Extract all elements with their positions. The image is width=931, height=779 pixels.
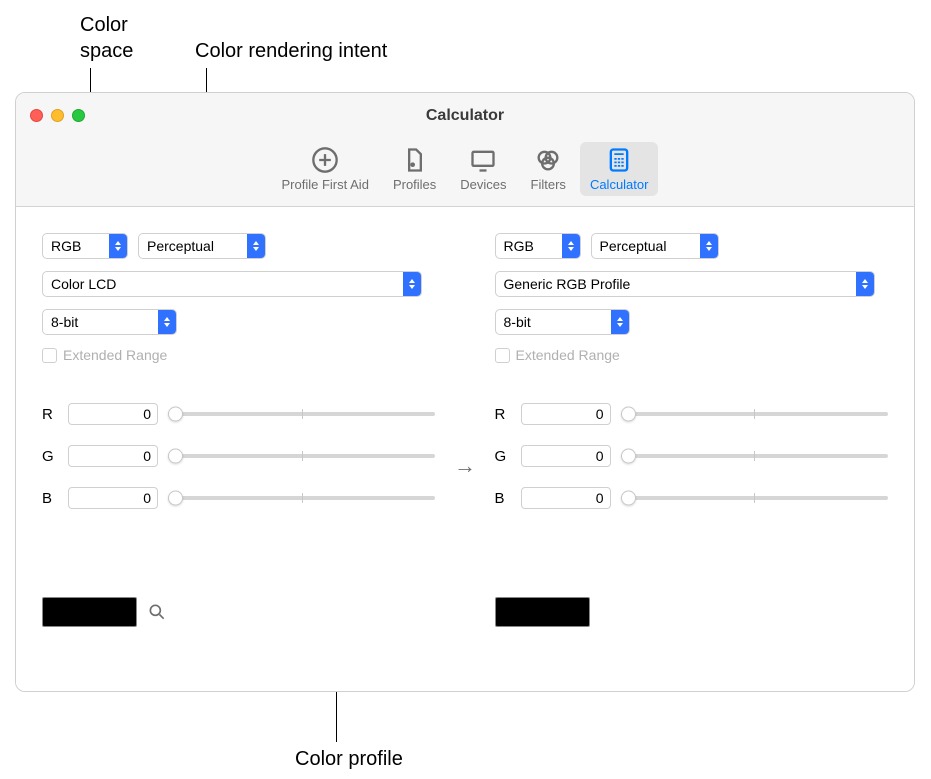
select-value: Color LCD — [51, 276, 116, 292]
toolbar-label: Calculator — [590, 177, 649, 192]
dest-b-field[interactable] — [521, 487, 611, 509]
app-window: Calculator Profile First Aid Profiles De… — [15, 92, 915, 692]
source-color-swatch — [42, 597, 137, 627]
dest-depth-select[interactable]: 8-bit — [495, 309, 630, 335]
toolbar-filters[interactable]: Filters — [521, 142, 576, 196]
chevron-updown-icon — [856, 272, 874, 296]
source-intent-select[interactable]: Perceptual — [138, 233, 266, 259]
calculator-icon — [605, 146, 633, 174]
toolbar-profiles[interactable]: Profiles — [383, 142, 446, 196]
channel-label: G — [42, 448, 58, 465]
select-value: RGB — [504, 238, 534, 254]
dest-color-space-select[interactable]: RGB — [495, 233, 581, 259]
select-value: 8-bit — [504, 314, 531, 330]
titlebar: Calculator — [16, 93, 914, 138]
callout-color-profile: Color profile — [295, 748, 403, 771]
window-title: Calculator — [16, 107, 914, 125]
source-b-slider[interactable] — [168, 488, 435, 508]
extended-range-label: Extended Range — [516, 347, 620, 363]
source-color-space-select[interactable]: RGB — [42, 233, 128, 259]
chevron-updown-icon — [403, 272, 421, 296]
source-g-field[interactable] — [68, 445, 158, 467]
callout-rendering-intent: Color rendering intent — [195, 40, 387, 63]
chevron-updown-icon — [700, 234, 718, 258]
toolbar-label: Profiles — [393, 177, 436, 192]
source-depth-select[interactable]: 8-bit — [42, 309, 177, 335]
dest-b-slider[interactable] — [621, 488, 888, 508]
toolbar-label: Profile First Aid — [282, 177, 369, 192]
callout-color-space-2: space — [80, 40, 133, 63]
dest-color-swatch — [495, 597, 590, 627]
dest-r-field[interactable] — [521, 403, 611, 425]
chevron-updown-icon — [109, 234, 127, 258]
toolbar: Profile First Aid Profiles Devices Filte… — [16, 138, 914, 207]
chevron-updown-icon — [247, 234, 265, 258]
eyedropper-icon[interactable] — [147, 602, 167, 622]
channel-label: G — [495, 448, 511, 465]
extended-range-checkbox — [42, 348, 57, 363]
chevron-updown-icon — [611, 310, 629, 334]
toolbar-profile-first-aid[interactable]: Profile First Aid — [272, 142, 379, 196]
source-r-field[interactable] — [68, 403, 158, 425]
channel-label: R — [495, 406, 511, 423]
extended-range-label: Extended Range — [63, 347, 167, 363]
dest-extended-range: Extended Range — [495, 347, 888, 363]
select-value: RGB — [51, 238, 81, 254]
chevron-updown-icon — [562, 234, 580, 258]
filters-icon — [534, 146, 562, 174]
source-r-slider[interactable] — [168, 404, 435, 424]
dest-intent-select[interactable]: Perceptual — [591, 233, 719, 259]
profiles-icon — [401, 146, 429, 174]
toolbar-devices[interactable]: Devices — [450, 142, 516, 196]
select-value: Perceptual — [600, 238, 667, 254]
source-extended-range: Extended Range — [42, 347, 435, 363]
dest-profile-select[interactable]: Generic RGB Profile — [495, 271, 875, 297]
first-aid-icon — [311, 146, 339, 174]
source-g-slider[interactable] — [168, 446, 435, 466]
dest-g-slider[interactable] — [621, 446, 888, 466]
channel-label: B — [495, 490, 511, 507]
devices-icon — [469, 146, 497, 174]
toolbar-label: Filters — [531, 177, 566, 192]
source-profile-select[interactable]: Color LCD — [42, 271, 422, 297]
source-column: RGB Perceptual Color LCD 8-bit Exten — [42, 233, 435, 627]
dest-r-slider[interactable] — [621, 404, 888, 424]
conversion-arrow: → — [435, 453, 494, 479]
extended-range-checkbox — [495, 348, 510, 363]
toolbar-calculator[interactable]: Calculator — [580, 142, 659, 196]
calculator-pane: RGB Perceptual Color LCD 8-bit Exten — [16, 207, 914, 692]
dest-column: RGB Perceptual Generic RGB Profile 8-bit — [495, 233, 888, 627]
callout-color-space: Color — [80, 14, 128, 37]
dest-g-field[interactable] — [521, 445, 611, 467]
select-value: 8-bit — [51, 314, 78, 330]
source-b-field[interactable] — [68, 487, 158, 509]
select-value: Perceptual — [147, 238, 214, 254]
channel-label: R — [42, 406, 58, 423]
select-value: Generic RGB Profile — [504, 276, 631, 292]
channel-label: B — [42, 490, 58, 507]
chevron-updown-icon — [158, 310, 176, 334]
toolbar-label: Devices — [460, 177, 506, 192]
